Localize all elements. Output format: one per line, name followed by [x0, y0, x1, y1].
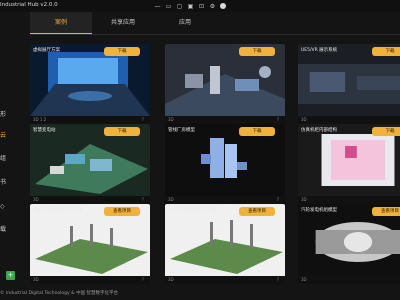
- case-card[interactable]: 管线厂房模型 下载 3D ?: [165, 124, 285, 204]
- card-meta: 3D: [168, 277, 174, 282]
- app-title: Industrial Hub v2.0.0: [0, 2, 58, 8]
- download-button[interactable]: 下载: [104, 47, 140, 56]
- card-meta: 3D 1.2: [33, 117, 47, 122]
- monitor-icon[interactable]: ⊡: [198, 3, 205, 10]
- card-footer: 3D ?: [165, 116, 285, 124]
- case-card[interactable]: 虚拟展厅方案 下载 3D 1.2 ?: [30, 44, 150, 124]
- card-footer: 3D ?: [298, 116, 400, 124]
- help-icon[interactable]: ?: [277, 197, 279, 202]
- help-icon[interactable]: ?: [142, 117, 144, 122]
- window-icon[interactable]: ▢: [176, 3, 183, 10]
- card-title: 管线厂房模型: [168, 128, 195, 133]
- download-button[interactable]: 下载: [239, 47, 275, 56]
- help-icon[interactable]: ?: [277, 277, 279, 282]
- case-card[interactable]: 仿真机柜内部结构 下载 3D ?: [298, 124, 400, 204]
- card-title: 智慧变电站: [33, 128, 56, 133]
- card-title: 汽轮发电机组模型: [301, 208, 337, 213]
- card-footer: 3D ?: [298, 196, 400, 204]
- card-meta: 3D: [301, 197, 307, 202]
- view-project-button[interactable]: 查看项目: [372, 207, 400, 216]
- minimize-icon[interactable]: —: [154, 3, 161, 10]
- case-card[interactable]: UE5/VR 展示系统 下载 3D ?: [298, 44, 400, 124]
- sidebar-item-2[interactable]: 云: [0, 131, 18, 141]
- sidebar-item-1[interactable]: 形: [0, 110, 18, 120]
- case-card[interactable]: 下载 3D ?: [165, 44, 285, 124]
- help-icon[interactable]: ?: [142, 197, 144, 202]
- card-title: 500kV变电站GIS电气图: [168, 208, 217, 213]
- card-title: 500kV变电站GIS电气图: [33, 208, 82, 213]
- sidebar-item-6[interactable]: 载: [0, 225, 18, 235]
- card-footer: 3D 1.2 ?: [30, 116, 150, 124]
- card-meta: 3D: [168, 197, 174, 202]
- card-meta: 3D: [33, 277, 39, 282]
- settings-icon[interactable]: ⚙: [209, 3, 216, 10]
- view-project-button[interactable]: 查看项目: [104, 207, 140, 216]
- card-footer: 3D ?: [30, 276, 150, 284]
- help-icon[interactable]: ?: [277, 117, 279, 122]
- case-card[interactable]: 500kV变电站GIS电气图 查看项目 3D ?: [165, 204, 285, 284]
- card-meta: 3D: [168, 117, 174, 122]
- download-button[interactable]: 下载: [372, 127, 400, 136]
- card-title: 仿真机柜内部结构: [301, 128, 337, 133]
- sidebar-item-4[interactable]: 书: [0, 178, 18, 188]
- download-button[interactable]: 下载: [372, 47, 400, 56]
- footer-copyright: © Industrial Digital Technology & 中国 智慧数…: [0, 291, 118, 296]
- card-title: 虚拟展厅方案: [33, 48, 60, 53]
- card-footer: 3D ?: [298, 276, 400, 284]
- tab-bar: 案例 共享应用 应用: [30, 12, 400, 35]
- restore-icon[interactable]: ▭: [165, 3, 172, 10]
- tab-cases[interactable]: 案例: [30, 12, 92, 34]
- view-project-button[interactable]: 查看项目: [239, 207, 275, 216]
- card-meta: 3D: [301, 277, 307, 282]
- layout-icon[interactable]: ▣: [187, 3, 194, 10]
- card-footer: 3D ?: [30, 196, 150, 204]
- tab-apps[interactable]: 应用: [154, 12, 216, 34]
- case-card[interactable]: 500kV变电站GIS电气图 查看项目 3D ?: [30, 204, 150, 284]
- card-meta: 3D: [33, 197, 39, 202]
- card-meta: 3D: [301, 117, 307, 122]
- title-bar: Industrial Hub v2.0.0 — ▭ ▢ ▣ ⊡ ⚙: [0, 0, 400, 12]
- download-button[interactable]: 下载: [239, 127, 275, 136]
- sidebar: 形 云 组 书 ◇ 载: [0, 34, 18, 284]
- user-icon[interactable]: [220, 3, 226, 9]
- help-icon[interactable]: ?: [142, 277, 144, 282]
- card-footer: 3D ?: [165, 196, 285, 204]
- window-controls: — ▭ ▢ ▣ ⊡ ⚙: [154, 1, 226, 11]
- case-card[interactable]: 智慧变电站 下载 3D ?: [30, 124, 150, 204]
- download-button[interactable]: 下载: [104, 127, 140, 136]
- card-footer: 3D ?: [165, 276, 285, 284]
- case-card[interactable]: 汽轮发电机组模型 查看项目 3D ?: [298, 204, 400, 284]
- sidebar-item-5[interactable]: ◇: [0, 202, 18, 212]
- add-icon[interactable]: +: [6, 271, 15, 280]
- sidebar-item-3[interactable]: 组: [0, 154, 18, 164]
- tab-shared-apps[interactable]: 共享应用: [92, 12, 154, 34]
- card-title: UE5/VR 展示系统: [301, 48, 338, 53]
